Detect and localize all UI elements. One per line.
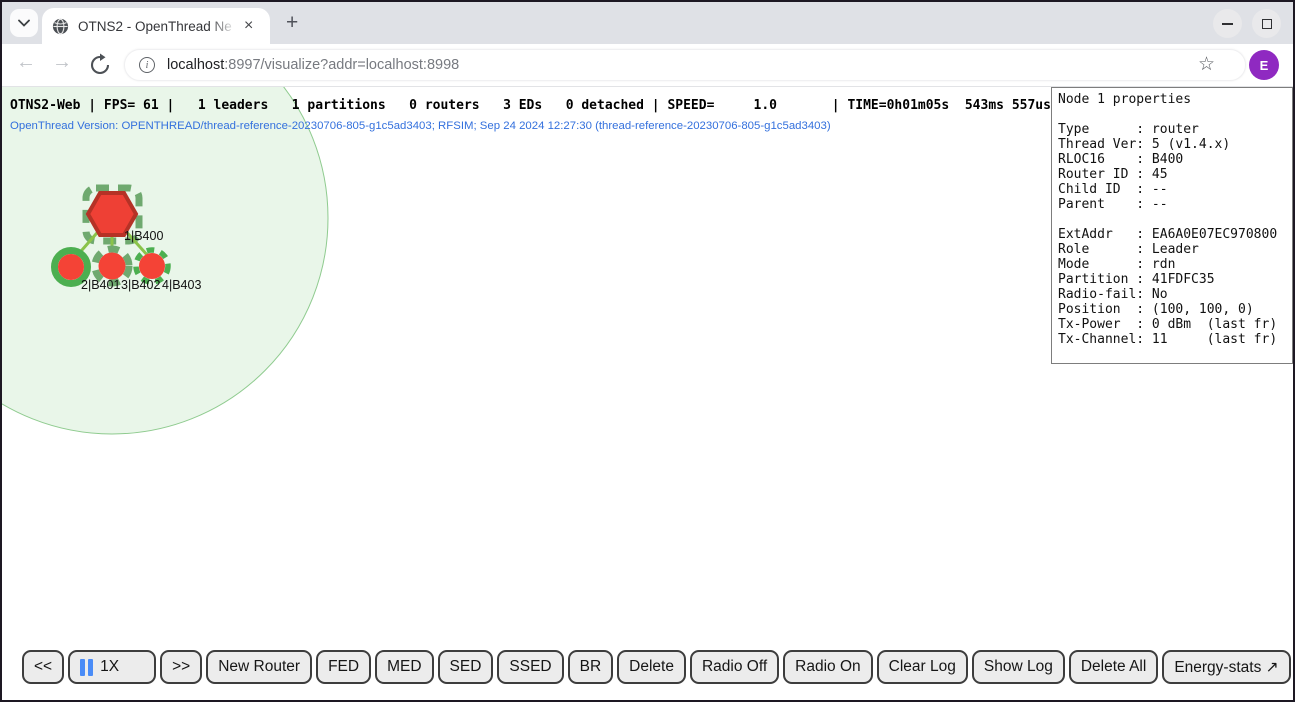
address-toolbar: ← → i localhost:8997/visualize?addr=loca… — [2, 44, 1293, 87]
simulation-status-bar: OTNS2-Web | FPS= 61 | 1 leaders 1 partit… — [10, 98, 1051, 113]
new-router-button[interactable]: New Router — [206, 650, 312, 684]
profile-avatar[interactable]: E — [1249, 50, 1279, 80]
minimize-button[interactable] — [1213, 9, 1242, 38]
tab-strip: OTNS2 - OpenThread Ne × + — [2, 2, 1293, 44]
node-1-label: 1|B400 — [124, 229, 163, 243]
reload-button[interactable] — [88, 53, 112, 77]
br-button[interactable]: BR — [568, 650, 614, 684]
browser-window: OTNS2 - OpenThread Ne × + ← → i localhos… — [0, 0, 1295, 702]
maximize-button[interactable] — [1252, 9, 1281, 38]
delete-button[interactable]: Delete — [617, 650, 686, 684]
openthread-version-line: OpenThread Version: OPENTHREAD/thread-re… — [10, 120, 831, 132]
node-properties-text: Type : router Thread Ver: 5 (v1.4.x) RLO… — [1058, 107, 1286, 347]
fast-forward-button[interactable]: >> — [160, 650, 202, 684]
node-properties-panel: Node 1 properties Type : router Thread V… — [1051, 87, 1293, 364]
simulation-toolbar: << 1X >> New Router FED MED SED SSED BR … — [22, 650, 1293, 684]
node-3-label: 3|B402 — [121, 278, 160, 292]
node-properties-title: Node 1 properties — [1058, 92, 1286, 107]
rewind-button[interactable]: << — [22, 650, 64, 684]
radio-range-circle — [2, 87, 328, 434]
url-bar[interactable]: i localhost:8997/visualize?addr=localhos… — [124, 49, 1246, 81]
show-log-button[interactable]: Show Log — [972, 650, 1065, 684]
maximize-icon — [1262, 19, 1272, 29]
site-info-icon[interactable]: i — [139, 57, 155, 73]
bookmark-star-icon[interactable]: ☆ — [1198, 53, 1215, 76]
back-button[interactable]: ← — [12, 51, 40, 74]
url-path: :8997/visualize?addr=localhost:8998 — [224, 57, 459, 73]
otns-canvas: OTNS2-Web | FPS= 61 | 1 leaders 1 partit… — [2, 87, 1293, 700]
delete-all-button[interactable]: Delete All — [1069, 650, 1158, 684]
ssed-button[interactable]: SSED — [497, 650, 563, 684]
med-button[interactable]: MED — [375, 650, 433, 684]
node-3[interactable] — [99, 253, 126, 280]
tab-close-icon[interactable]: × — [244, 18, 253, 34]
tab-title: OTNS2 - OpenThread Ne — [78, 19, 236, 34]
node-4-label: 4|B403 — [162, 278, 201, 292]
new-tab-button[interactable]: + — [286, 12, 298, 34]
sed-button[interactable]: SED — [438, 650, 494, 684]
speed-label: 1X — [100, 658, 119, 676]
chevron-down-icon — [18, 19, 30, 27]
browser-tab[interactable]: OTNS2 - OpenThread Ne × — [42, 8, 270, 44]
minimize-icon — [1222, 23, 1233, 25]
node-4[interactable] — [139, 253, 165, 279]
tab-search-button[interactable] — [10, 9, 38, 37]
radio-off-button[interactable]: Radio Off — [690, 650, 779, 684]
clear-log-button[interactable]: Clear Log — [877, 650, 968, 684]
node-2-label: 2|B401 — [81, 278, 120, 292]
radio-on-button[interactable]: Radio On — [783, 650, 872, 684]
window-controls — [1213, 9, 1281, 38]
network-visualization — [2, 87, 462, 547]
speed-button[interactable]: 1X — [68, 650, 156, 684]
node-2[interactable] — [58, 254, 84, 280]
fed-button[interactable]: FED — [316, 650, 371, 684]
url-text[interactable]: localhost:8997/visualize?addr=localhost:… — [167, 57, 459, 73]
globe-favicon-icon — [52, 18, 69, 35]
pause-icon — [80, 659, 93, 676]
url-host: localhost — [167, 57, 224, 73]
energy-stats-button[interactable]: Energy-stats ↗ — [1162, 650, 1290, 684]
forward-button[interactable]: → — [48, 51, 76, 74]
